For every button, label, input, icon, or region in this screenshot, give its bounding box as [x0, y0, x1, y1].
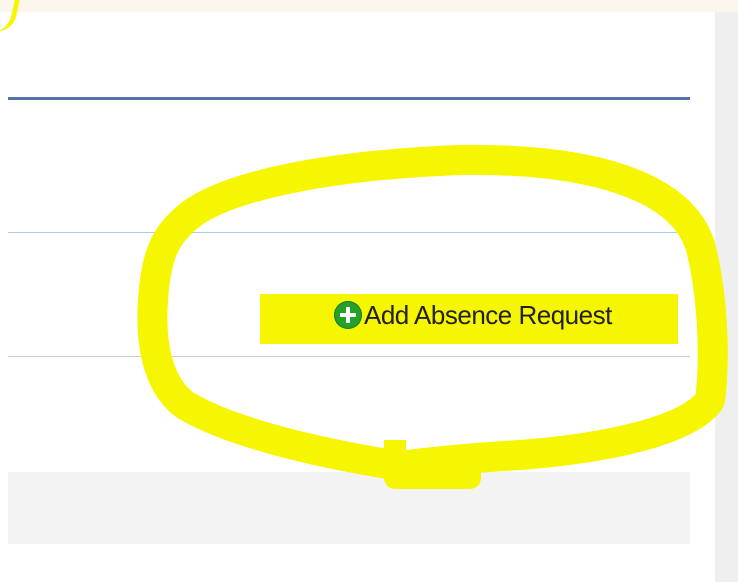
- page: Add Absence Request: [0, 0, 738, 582]
- grid-header-row: [8, 472, 690, 544]
- section-bottom-divider: [8, 356, 690, 357]
- plus-circle-icon: [334, 301, 362, 329]
- section-top-divider: [8, 232, 690, 233]
- add-absence-request-link[interactable]: Add Absence Request: [334, 300, 612, 330]
- right-scroll-rail[interactable]: [715, 12, 738, 582]
- top-strip: [0, 0, 738, 12]
- add-absence-request-label: Add Absence Request: [364, 299, 612, 330]
- header-divider: [8, 97, 690, 100]
